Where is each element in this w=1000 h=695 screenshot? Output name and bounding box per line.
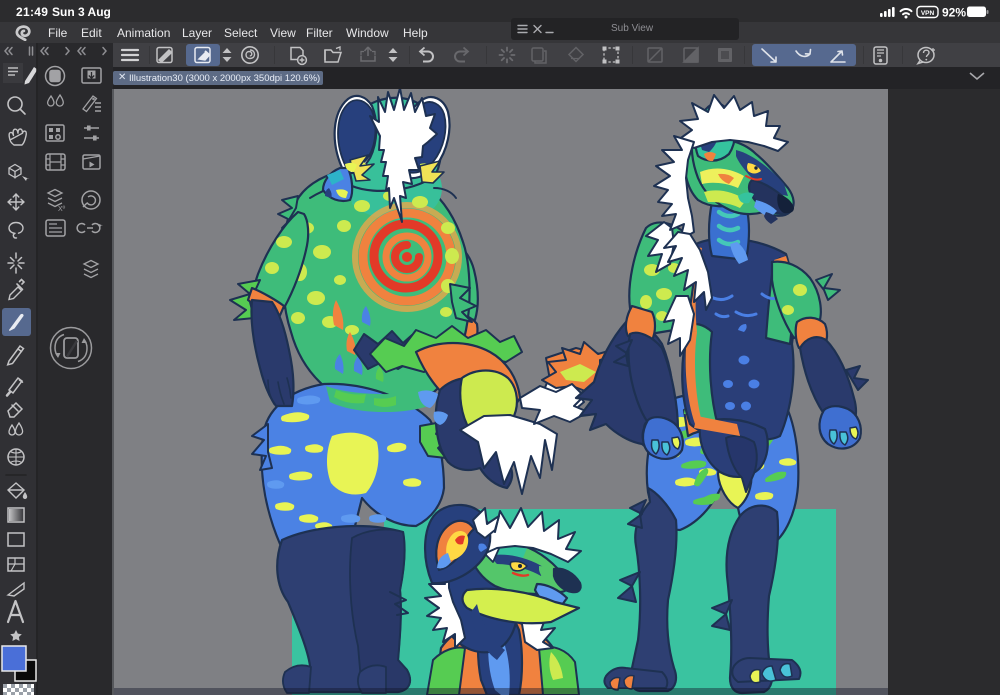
svg-text:92%: 92%	[942, 6, 966, 20]
svg-text:VPN: VPN	[921, 10, 935, 17]
svg-text:Xº: Xº	[58, 206, 66, 213]
